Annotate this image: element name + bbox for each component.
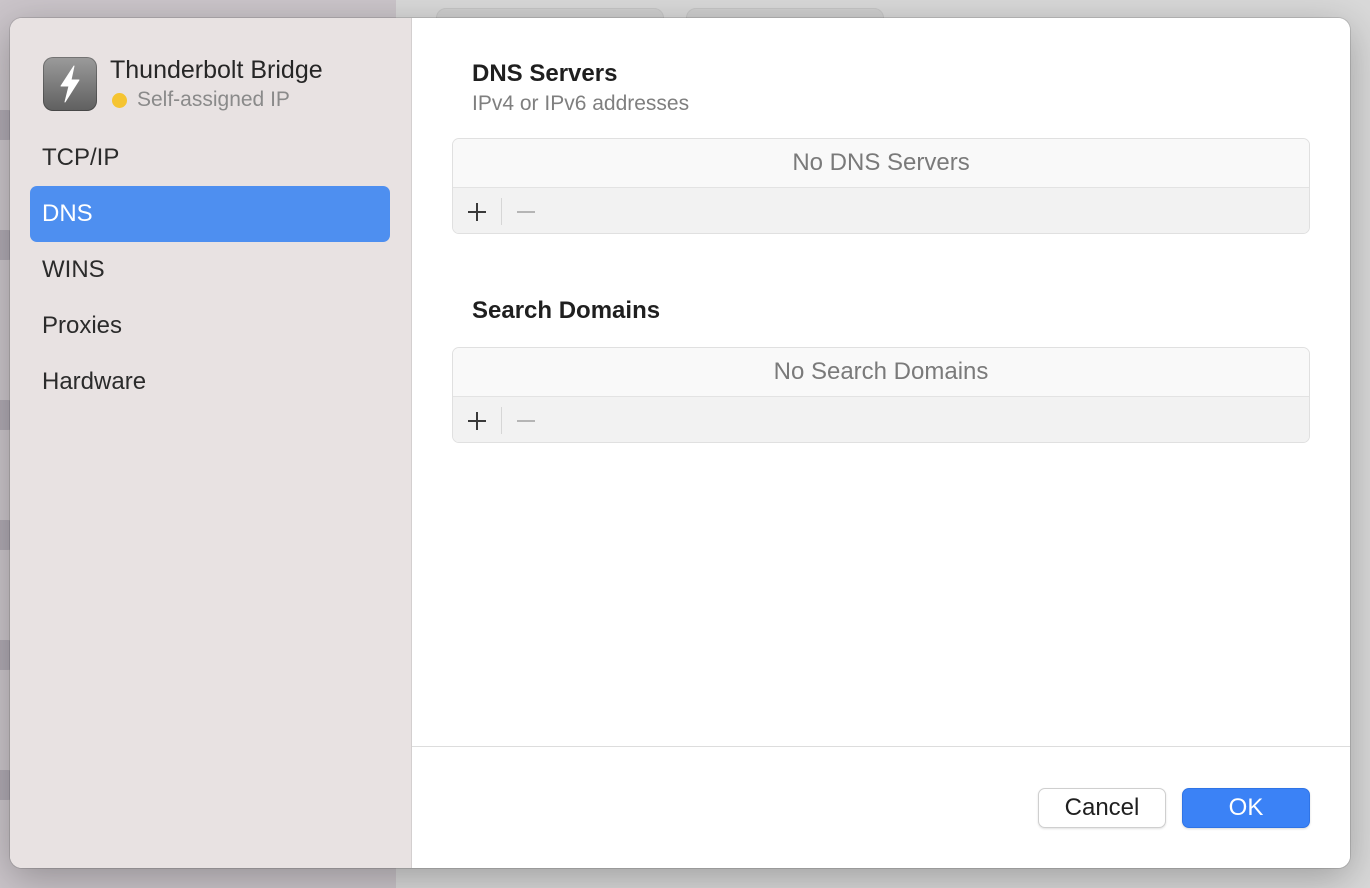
- status-indicator-dot: [112, 93, 127, 108]
- dns-servers-title: DNS Servers: [472, 60, 618, 87]
- sidebar-item-dns[interactable]: DNS: [30, 186, 390, 242]
- dns-servers-empty-text: No DNS Servers: [453, 139, 1309, 188]
- minus-icon: [517, 210, 535, 213]
- thunderbolt-icon: [43, 57, 97, 111]
- dns-settings-panel: DNS Servers IPv4 or IPv6 addresses No DN…: [412, 18, 1350, 868]
- search-domains-title: Search Domains: [472, 297, 661, 324]
- service-status: Self-assigned IP: [137, 88, 290, 111]
- remove-dns-server-button[interactable]: [502, 188, 550, 233]
- network-details-sheet: Thunderbolt Bridge Self-assigned IP TCP/…: [10, 18, 1350, 868]
- dns-servers-subtitle: IPv4 or IPv6 addresses: [472, 92, 690, 115]
- dns-servers-list[interactable]: No DNS Servers: [452, 138, 1310, 234]
- add-search-domain-button[interactable]: [453, 397, 501, 442]
- search-domains-empty-text: No Search Domains: [453, 348, 1309, 397]
- ok-button[interactable]: OK: [1182, 788, 1310, 828]
- sidebar-item-tcp-ip[interactable]: TCP/IP: [30, 130, 390, 186]
- search-domains-list[interactable]: No Search Domains: [452, 347, 1310, 443]
- cancel-button[interactable]: Cancel: [1038, 788, 1166, 828]
- plus-icon: [468, 411, 486, 430]
- dns-servers-list-toolbar: [453, 188, 1309, 233]
- minus-icon: [517, 419, 535, 422]
- footer-divider: [412, 746, 1350, 747]
- sidebar-item-proxies[interactable]: Proxies: [30, 298, 390, 354]
- sidebar: Thunderbolt Bridge Self-assigned IP TCP/…: [10, 18, 412, 868]
- add-dns-server-button[interactable]: [453, 188, 501, 233]
- plus-icon: [468, 202, 486, 221]
- remove-search-domain-button[interactable]: [502, 397, 550, 442]
- search-domains-list-toolbar: [453, 397, 1309, 442]
- sidebar-item-wins[interactable]: WINS: [30, 242, 390, 298]
- sidebar-item-hardware[interactable]: Hardware: [30, 354, 390, 410]
- service-name: Thunderbolt Bridge: [110, 56, 323, 84]
